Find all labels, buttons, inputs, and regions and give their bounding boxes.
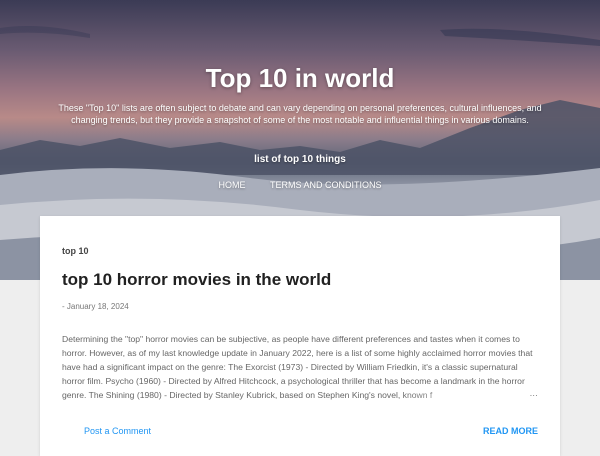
main-nav: HOME TERMS AND CONDITIONS: [0, 180, 600, 190]
nav-terms-and-conditions[interactable]: TERMS AND CONDITIONS: [270, 180, 382, 190]
post-label[interactable]: top 10: [62, 246, 89, 256]
read-more-button[interactable]: READ MORE: [483, 426, 538, 436]
post-comment-link[interactable]: Post a Comment: [84, 426, 151, 436]
snippet-fade: [62, 388, 538, 402]
site-description: These "Top 10" lists are often subject t…: [58, 103, 542, 125]
post-title[interactable]: top 10 horror movies in the world: [62, 270, 331, 290]
site-tagline: list of top 10 things: [254, 154, 346, 165]
nav-home[interactable]: HOME: [218, 180, 245, 190]
post-date[interactable]: - January 18, 2024: [62, 302, 129, 311]
snippet-ellipsis: …: [525, 388, 538, 398]
site-title[interactable]: Top 10 in world: [0, 63, 600, 94]
post-card: top 10 top 10 horror movies in the world…: [40, 216, 560, 456]
